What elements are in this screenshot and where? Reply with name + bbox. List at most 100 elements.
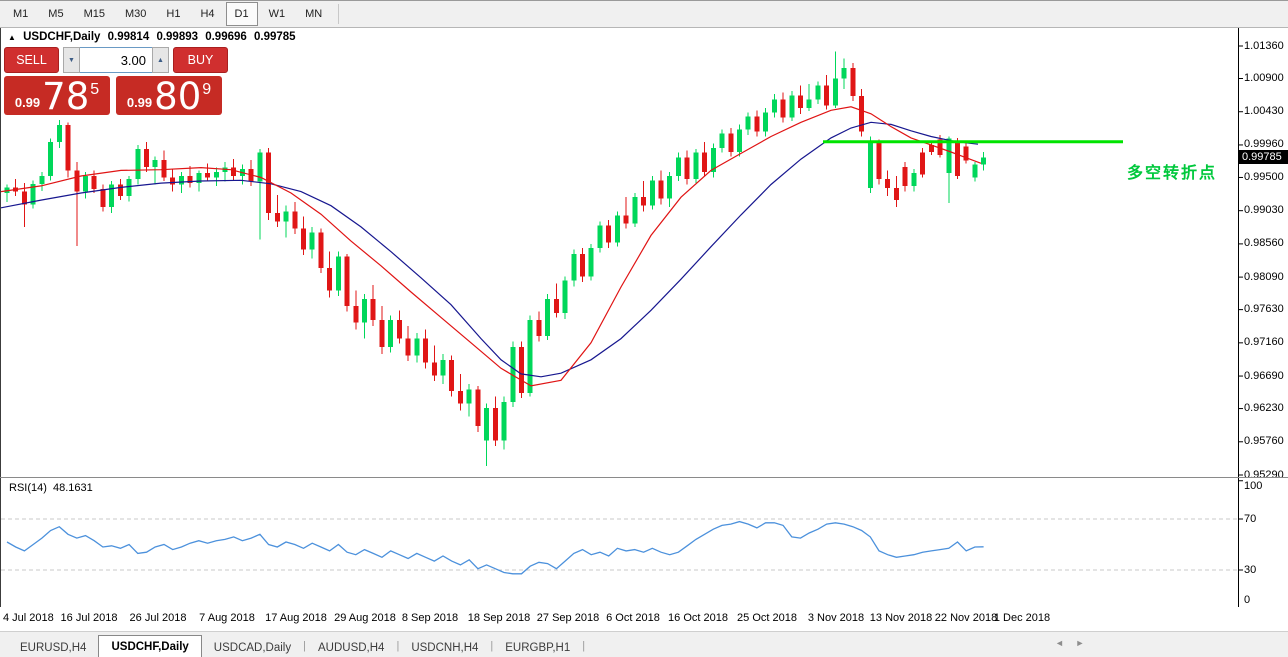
timeframe-button-h1[interactable]: H1 xyxy=(157,2,189,26)
tab-eurgbp-h1[interactable]: EURGBP,H1 xyxy=(493,638,582,657)
rsi-tick-label: 30 xyxy=(1244,564,1256,576)
tab-usdcad-daily[interactable]: USDCAD,Daily xyxy=(202,638,303,657)
volume-increase-button[interactable]: ▲ xyxy=(152,47,169,73)
candle xyxy=(257,149,262,239)
candle xyxy=(746,112,751,135)
date-tick-label: 13 Nov 2018 xyxy=(870,612,932,624)
toolbar-separator xyxy=(338,4,339,24)
candle xyxy=(763,108,768,136)
candle xyxy=(685,151,690,185)
candle xyxy=(781,93,786,123)
price-tick-label: 1.00900 xyxy=(1244,72,1284,84)
volume-decrease-button[interactable]: ▼ xyxy=(63,47,80,73)
volume-input[interactable] xyxy=(80,47,152,73)
candle xyxy=(362,294,367,339)
candle xyxy=(894,176,899,207)
candle xyxy=(693,149,698,183)
timeframe-toolbar: M1M5M15M30H1H4D1W1MN xyxy=(0,0,1288,28)
candle xyxy=(946,136,951,202)
candle xyxy=(5,185,10,203)
candle xyxy=(292,202,297,234)
timeframe-button-m1[interactable]: M1 xyxy=(4,2,37,26)
tab-audusd-h4[interactable]: AUDUSD,H4 xyxy=(306,638,396,657)
candle xyxy=(659,170,664,204)
date-tick-label: 25 Oct 2018 xyxy=(737,612,797,624)
candle xyxy=(432,346,437,381)
candle xyxy=(336,252,341,297)
candle xyxy=(449,356,454,397)
candle xyxy=(964,142,969,163)
price-tick-label: 0.98090 xyxy=(1244,271,1284,283)
timeframe-button-w1[interactable]: W1 xyxy=(260,2,295,26)
candle xyxy=(240,165,245,185)
candle xyxy=(615,211,620,246)
candle xyxy=(318,228,323,273)
date-tick-label: 17 Aug 2018 xyxy=(265,612,327,624)
date-tick-label: 8 Sep 2018 xyxy=(402,612,458,624)
candle xyxy=(850,63,855,101)
candle xyxy=(833,52,838,109)
buy-price-panel[interactable]: 0.99 80 9 xyxy=(116,76,222,115)
buy-button[interactable]: BUY xyxy=(173,47,228,73)
tab-usdchf-daily[interactable]: USDCHF,Daily xyxy=(98,635,201,657)
rsi-value: 48.1631 xyxy=(53,482,93,494)
candle xyxy=(493,397,498,446)
ohlc-low: 0.99696 xyxy=(205,31,247,43)
candle xyxy=(127,176,132,201)
candle xyxy=(885,170,890,195)
sell-price-panel[interactable]: 0.99 78 5 xyxy=(4,76,110,115)
timeframe-button-m15[interactable]: M15 xyxy=(75,2,114,26)
candle xyxy=(205,163,210,181)
date-tick-label: 18 Sep 2018 xyxy=(468,612,530,624)
candle xyxy=(589,244,594,281)
tab-scroll-right-button[interactable]: ► xyxy=(1075,638,1084,648)
date-axis[interactable]: 4 Jul 201816 Jul 201826 Jul 20187 Aug 20… xyxy=(0,607,1288,631)
candle xyxy=(414,333,419,363)
collapse-icon[interactable]: ▲ xyxy=(8,33,16,42)
tab-scroll-left-button[interactable]: ◄ xyxy=(1055,638,1064,648)
tab-scroll-arrows: ◄ ► xyxy=(1055,638,1093,648)
date-tick-label: 16 Jul 2018 xyxy=(61,612,118,624)
one-click-trading-widget: SELL ▼ ▲ BUY 0.99 78 5 0.99 80 9 xyxy=(4,47,228,115)
tab-usdcnh-h4[interactable]: USDCNH,H4 xyxy=(399,638,490,657)
candle xyxy=(798,86,803,114)
candle xyxy=(842,59,847,89)
date-tick-label: 27 Sep 2018 xyxy=(537,612,599,624)
price-tick-label: 0.97160 xyxy=(1244,336,1284,348)
candle xyxy=(545,294,550,340)
timeframe-button-m5[interactable]: M5 xyxy=(39,2,72,26)
candle xyxy=(911,169,916,192)
candle xyxy=(702,142,707,176)
candle xyxy=(667,172,672,207)
candle xyxy=(676,153,681,181)
candle xyxy=(406,326,411,361)
timeframe-button-m30[interactable]: M30 xyxy=(116,2,155,26)
price-tick-label: 0.99960 xyxy=(1244,138,1284,150)
timeframe-button-d1[interactable]: D1 xyxy=(226,2,258,26)
tab-eurusd-h4[interactable]: EURUSD,H4 xyxy=(8,638,98,657)
candle xyxy=(423,329,428,368)
chart-window[interactable]: ▲ USDCHF,Daily 0.99814 0.99893 0.99696 0… xyxy=(0,28,1288,477)
candle xyxy=(475,386,480,432)
candle xyxy=(536,312,541,342)
timeframe-button-h4[interactable]: H4 xyxy=(191,2,223,26)
price-tick-label: 0.95760 xyxy=(1244,435,1284,447)
candle xyxy=(859,89,864,136)
candle xyxy=(815,81,820,104)
ohlc-close: 0.99785 xyxy=(254,31,296,43)
candle xyxy=(118,179,123,200)
ohlc-open: 0.99814 xyxy=(108,31,150,43)
sell-button[interactable]: SELL xyxy=(4,47,59,73)
candle xyxy=(144,142,149,172)
date-tick-label: 29 Aug 2018 xyxy=(334,612,396,624)
timeframe-button-mn[interactable]: MN xyxy=(296,2,331,26)
candle xyxy=(353,291,358,330)
rsi-panel[interactable]: RSI(14) 48.1631 10070300 xyxy=(0,478,1288,607)
candle xyxy=(441,354,446,384)
candle xyxy=(31,180,36,208)
rsi-indicator-label: RSI(14) 48.1631 xyxy=(9,482,96,494)
candle xyxy=(39,172,44,191)
candle xyxy=(310,227,315,259)
rsi-chart-canvas[interactable] xyxy=(1,478,1288,607)
chart-tabs-bar: EURUSD,H4USDCHF,DailyUSDCAD,Daily|AUDUSD… xyxy=(0,631,1288,657)
